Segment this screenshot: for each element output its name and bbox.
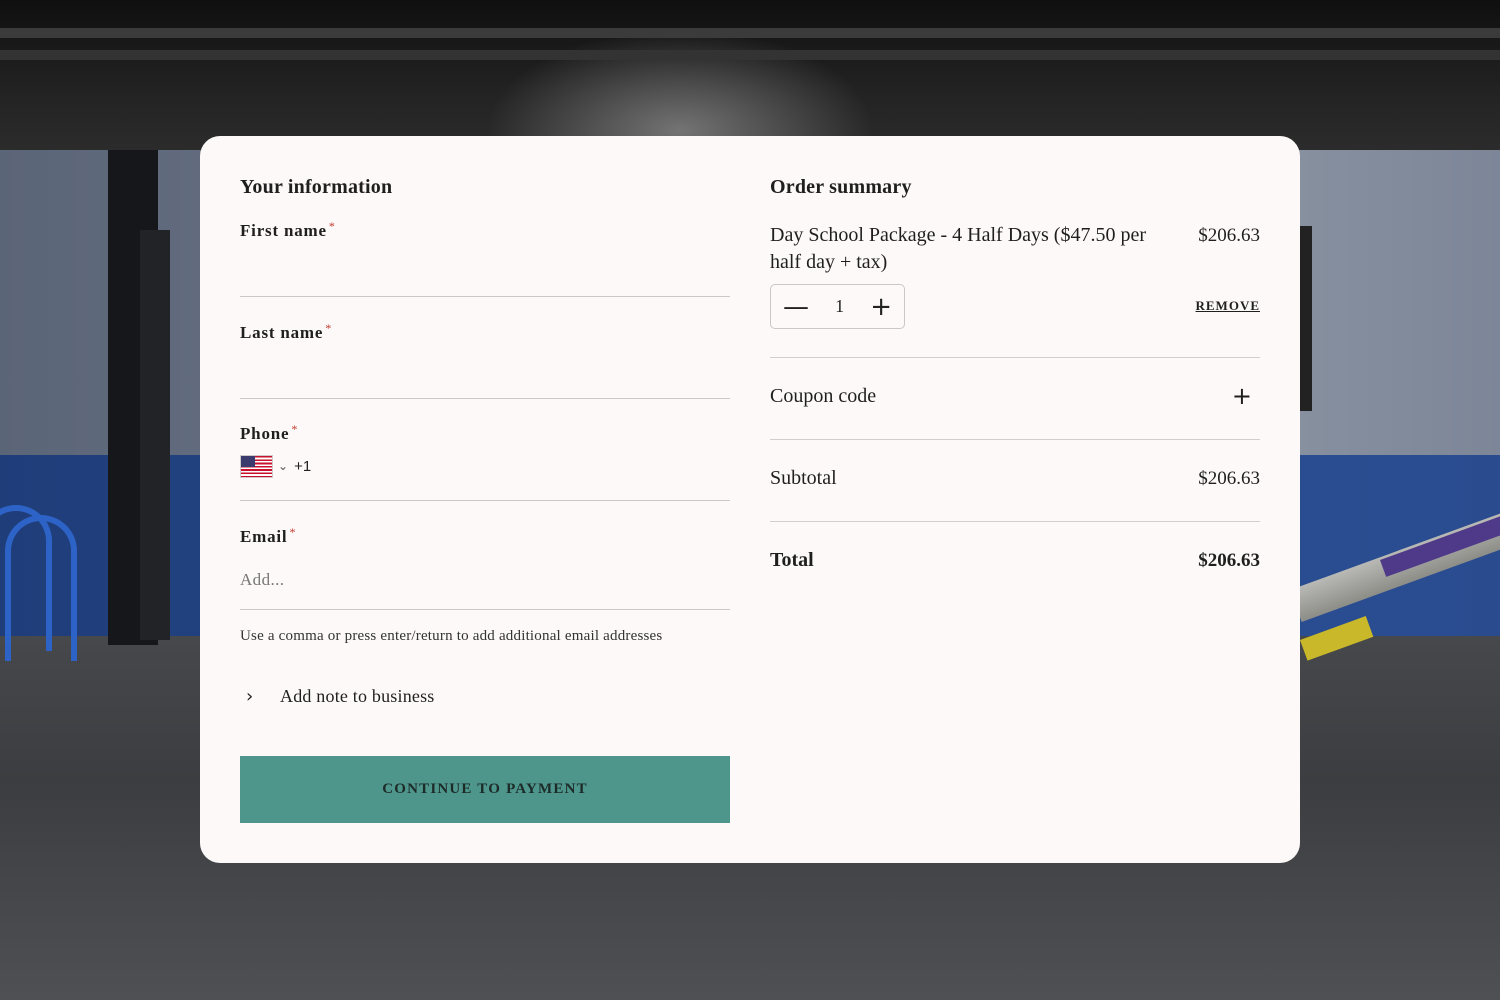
order-summary-section: Order summary Day School Package - 4 Hal… <box>770 176 1260 571</box>
email-underline <box>240 609 730 610</box>
your-information-section: Your information First name * Last name * … <box>240 176 730 823</box>
last-name-underline <box>240 398 730 399</box>
required-mark: * <box>325 321 332 335</box>
email-field: Email * <box>240 525 730 611</box>
us-flag-icon[interactable] <box>240 455 273 478</box>
item-name: Day School Package - 4 Half Days ($47.50… <box>770 224 1147 273</box>
add-note-label: Add note to business <box>280 686 435 706</box>
first-name-label: First name <box>240 221 327 240</box>
first-name-underline <box>240 296 730 297</box>
total-label: Total <box>770 549 814 571</box>
divider <box>770 439 1260 440</box>
chevron-right-icon: › <box>246 686 254 707</box>
phone-dial-code: +1 <box>294 458 312 475</box>
divider <box>770 357 1260 358</box>
last-name-input[interactable] <box>240 355 730 389</box>
phone-input-row: ⌄ +1 <box>240 455 311 478</box>
ceiling-beam <box>0 50 1500 60</box>
email-help-text: Use a comma or press enter/return to add… <box>240 628 663 644</box>
subtotal-label: Subtotal <box>770 467 837 489</box>
pillar <box>140 230 170 640</box>
add-coupon-icon[interactable]: + <box>1232 382 1252 410</box>
ceiling-beam <box>0 28 1500 38</box>
required-mark: * <box>289 525 296 539</box>
agility-hoop <box>5 515 77 661</box>
continue-to-payment-button[interactable]: CONTINUE TO PAYMENT <box>240 756 730 823</box>
required-mark: * <box>328 219 335 233</box>
minus-icon[interactable]: — <box>783 294 809 320</box>
remove-link[interactable]: REMOVE <box>1196 298 1261 314</box>
required-mark: * <box>291 422 298 436</box>
wall-poster <box>1300 226 1312 411</box>
last-name-label: Last name <box>240 323 324 342</box>
last-name-field: Last name * <box>240 321 730 399</box>
first-name-field: First name * <box>240 219 730 297</box>
chevron-down-icon[interactable]: ⌄ <box>278 459 288 474</box>
quantity-value: 1 <box>835 296 845 316</box>
coupon-code-label[interactable]: Coupon code <box>770 385 876 408</box>
section-title-order-summary: Order summary <box>770 176 912 198</box>
email-label: Email <box>240 527 288 546</box>
subtotal-value: $206.63 <box>1198 468 1260 489</box>
quantity-stepper: — 1 + <box>770 284 905 329</box>
phone-underline <box>240 500 730 501</box>
total-value: $206.63 <box>1198 550 1260 571</box>
email-input[interactable] <box>240 563 730 597</box>
section-title-your-information: Your information <box>240 176 393 198</box>
first-name-input[interactable] <box>240 253 730 287</box>
checkout-card: Your information First name * Last name * … <box>200 136 1300 863</box>
flag-canton <box>241 456 255 467</box>
item-price: $206.63 <box>1198 225 1260 246</box>
add-note-toggle[interactable]: › Add note to business <box>240 686 435 707</box>
phone-input[interactable] <box>320 454 730 488</box>
phone-field: Phone * ⌄ +1 <box>240 422 730 501</box>
phone-label: Phone <box>240 424 290 443</box>
plus-icon[interactable]: + <box>870 294 892 320</box>
divider <box>770 521 1260 522</box>
